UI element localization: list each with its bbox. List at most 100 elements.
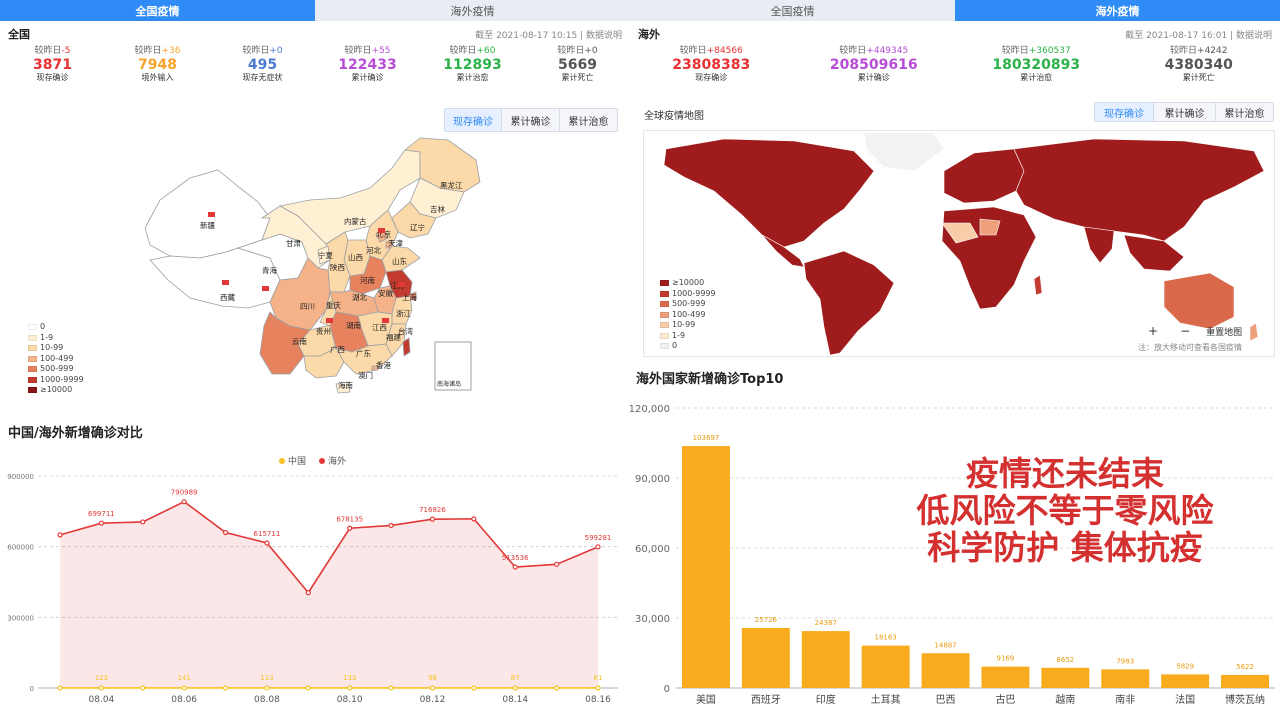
province-tibet[interactable] (149, 247, 281, 309)
data-point[interactable] (98, 520, 104, 526)
data-point[interactable] (471, 516, 477, 522)
data-point[interactable] (347, 525, 353, 531)
legend-item[interactable]: 1000-9999 (660, 289, 716, 300)
world-map-legend: ≥10000 1000-9999 500-999 100-499 10-99 1-9 0 (660, 278, 716, 352)
legend-item[interactable]: ≥10000 (28, 385, 84, 396)
bar[interactable] (921, 653, 970, 688)
data-point[interactable] (264, 540, 270, 546)
data-point[interactable] (595, 685, 601, 691)
legend-item[interactable]: ≥10000 (660, 278, 716, 289)
data-point[interactable] (98, 685, 104, 691)
world-map[interactable] (644, 131, 1274, 356)
y-tick-label: 0 (30, 685, 34, 693)
region-greenland[interactable] (863, 132, 945, 172)
region-australia[interactable] (1163, 272, 1235, 330)
data-point[interactable] (181, 685, 187, 691)
bar-value-label: 8652 (1056, 656, 1074, 664)
legend-item[interactable]: 1-9 (28, 333, 84, 344)
region-india[interactable] (1083, 226, 1115, 264)
tab-overseas[interactable]: 海外疫情 (955, 0, 1280, 21)
data-point[interactable] (347, 685, 353, 691)
data-point[interactable] (388, 522, 394, 529)
region-southeast-asia[interactable] (1123, 234, 1185, 272)
bar[interactable] (981, 666, 1030, 688)
data-notes-link[interactable]: 数据说明 (586, 31, 622, 41)
legend-item[interactable]: 1-9 (660, 331, 716, 342)
label-jiangxi: 江西 (372, 323, 387, 332)
region-south-america[interactable] (803, 250, 895, 356)
legend-item[interactable]: 1000-9999 (28, 375, 84, 386)
bar[interactable] (1101, 669, 1150, 688)
data-point[interactable] (388, 685, 394, 691)
stat-compare-label: 较昨日 (1001, 46, 1029, 56)
legend-item[interactable]: 100-499 (660, 310, 716, 321)
data-point[interactable] (305, 590, 311, 596)
stat-label: 累计死亡 (1182, 73, 1215, 82)
data-point[interactable] (512, 685, 518, 691)
legend-item[interactable]: 10-99 (28, 343, 84, 354)
stat-card: 较昨日-5 3871 现存确诊 (0, 46, 105, 86)
data-point[interactable] (595, 544, 601, 550)
data-label: 123 (95, 674, 108, 682)
label-zhejiang: 浙江 (396, 308, 411, 318)
data-point[interactable] (305, 685, 311, 691)
metric-current-button[interactable]: 现存确诊 (445, 109, 501, 131)
metric-cured-button[interactable]: 累计治愈 (1215, 103, 1273, 121)
region-russia-asia[interactable] (1013, 138, 1265, 242)
data-point[interactable] (222, 685, 229, 691)
data-point[interactable] (554, 561, 560, 567)
data-point[interactable] (181, 499, 187, 505)
slogan-line-2: 低风险不等于零风险 (916, 491, 1214, 530)
legend-label[interactable]: 海外 (328, 455, 346, 467)
data-notes-link[interactable]: 数据说明 (1236, 31, 1272, 41)
zoom-out-button[interactable]: − (1180, 324, 1190, 338)
reset-map-button[interactable]: 重置地图 (1206, 325, 1242, 338)
bar[interactable] (861, 645, 910, 688)
legend-swatch (660, 311, 669, 318)
legend-item[interactable]: 0 (28, 322, 84, 333)
data-point[interactable] (57, 685, 63, 691)
region-new-zealand[interactable] (1249, 322, 1259, 342)
legend-label[interactable]: 中国 (288, 455, 306, 467)
metric-total-button[interactable]: 累计确诊 (1153, 103, 1215, 121)
legend-item[interactable]: 500-999 (28, 364, 84, 375)
region-madagascar[interactable] (1033, 274, 1043, 296)
map-metric-switch: 现存确诊 累计确诊 累计治愈 (444, 108, 618, 132)
tab-overseas[interactable]: 海外疫情 (315, 0, 630, 21)
data-point[interactable] (554, 685, 560, 691)
data-point[interactable] (471, 685, 477, 691)
stat-label: 累计治愈 (456, 73, 489, 82)
legend-item[interactable]: 500-999 (660, 299, 716, 310)
data-point[interactable] (140, 685, 146, 691)
data-point[interactable] (429, 516, 436, 522)
china-map[interactable]: 黑龙江 吉林 辽宁 内蒙古 北京 天津 河北 山西 山东 河南 陕西 宁夏 甘肃… (130, 130, 490, 395)
metric-cured-button[interactable]: 累计治愈 (559, 109, 617, 131)
data-point[interactable] (222, 529, 229, 536)
tab-domestic[interactable]: 全国疫情 (630, 0, 955, 21)
data-point[interactable] (429, 685, 436, 691)
data-point[interactable] (512, 564, 518, 570)
flag-icon (222, 280, 229, 285)
bar[interactable] (741, 627, 790, 688)
data-point[interactable] (57, 532, 63, 538)
region-north-america[interactable] (663, 138, 875, 248)
region-europe[interactable] (943, 148, 1025, 204)
bar[interactable] (1041, 667, 1090, 688)
tab-domestic[interactable]: 全国疫情 (0, 0, 315, 21)
stat-delta: +55 (371, 46, 391, 56)
metric-total-button[interactable]: 累计确诊 (501, 109, 559, 131)
bar[interactable] (1221, 674, 1270, 688)
label-guangxi: 广西 (330, 344, 345, 354)
stat-compare-label: 较昨日 (557, 46, 585, 56)
metric-current-button[interactable]: 现存确诊 (1095, 103, 1153, 121)
legend-item[interactable]: 0 (660, 341, 716, 352)
data-point[interactable] (140, 519, 146, 525)
china-map-legend: 0 1-9 10-99 100-499 500-999 1000-9999 ≥10000 (28, 322, 84, 396)
legend-item[interactable]: 100-499 (28, 354, 84, 365)
data-point[interactable] (264, 685, 270, 691)
zoom-in-button[interactable]: + (1148, 324, 1158, 338)
legend-item[interactable]: 10-99 (660, 320, 716, 331)
bar[interactable] (1161, 674, 1210, 688)
bar[interactable] (801, 631, 850, 688)
bar[interactable] (681, 446, 730, 688)
